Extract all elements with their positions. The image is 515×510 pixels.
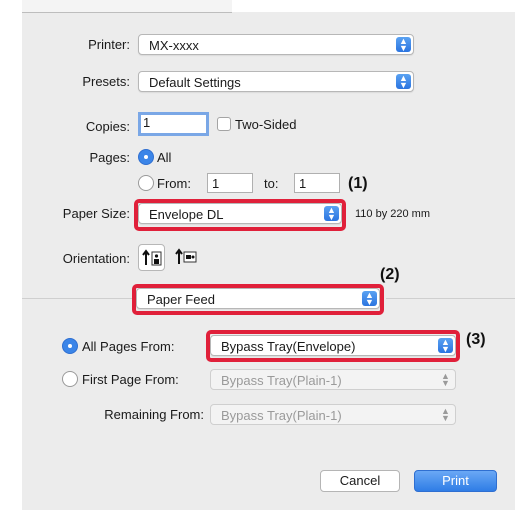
first-page-from-label: First Page From: (82, 372, 179, 387)
presets-label: Presets: (82, 74, 130, 89)
top-divider (22, 12, 232, 13)
first-page-from-radio[interactable] (62, 371, 78, 387)
chevron-updown-icon: ▲ ▼ (324, 206, 339, 222)
pages-from-field[interactable]: 1 (207, 173, 253, 193)
all-pages-from-label: All Pages From: (82, 339, 175, 354)
all-pages-from-value: Bypass Tray(Envelope) (221, 339, 356, 354)
portrait-orientation-button[interactable] (138, 244, 165, 271)
paper-size-dimensions: 110 by 220 mm (355, 208, 431, 220)
pages-all-label: All (157, 150, 172, 165)
callout-3: (3) (466, 331, 486, 348)
pages-from-label: From: (157, 176, 191, 191)
chevron-updown-icon: ▲ ▼ (441, 371, 450, 388)
copies-value: 1 (143, 115, 151, 130)
callout-2: (2) (380, 266, 400, 283)
presets-value: Default Settings (149, 75, 241, 90)
paper-size-popup[interactable]: Envelope DL ▲ ▼ (138, 203, 342, 224)
orientation-label: Orientation: (62, 251, 130, 266)
print-button[interactable]: Print (414, 470, 497, 492)
paper-size-label: Paper Size: (62, 206, 130, 221)
copies-field[interactable]: 1 (138, 112, 209, 136)
section-menu-popup[interactable]: Paper Feed ▲ ▼ (136, 288, 380, 309)
chevron-updown-icon: ▲ ▼ (362, 291, 377, 307)
cancel-button[interactable]: Cancel (320, 470, 400, 492)
first-page-from-popup[interactable]: Bypass Tray(Plain-1) ▲ ▼ (210, 369, 456, 390)
pages-to-field[interactable]: 1 (294, 173, 340, 193)
pages-all-radio[interactable] (138, 149, 154, 165)
landscape-icon (175, 248, 197, 264)
printer-popup[interactable]: MX-xxxx ▲ ▼ (138, 34, 414, 55)
chevron-updown-icon: ▲ ▼ (441, 406, 450, 423)
section-menu-value: Paper Feed (147, 292, 215, 307)
printer-label: Printer: (88, 37, 130, 52)
pages-label: Pages: (89, 150, 130, 165)
pages-from-value: 1 (212, 176, 220, 191)
two-sided-label: Two-Sided (235, 117, 297, 132)
pages-to-value: 1 (299, 176, 307, 191)
chevron-updown-icon: ▲ ▼ (438, 338, 453, 354)
remaining-from-label: Remaining From: (104, 407, 204, 422)
two-sided-checkbox[interactable] (217, 117, 231, 131)
portrait-icon (142, 249, 162, 266)
chevron-updown-icon: ▲ ▼ (396, 37, 411, 53)
remaining-from-popup[interactable]: Bypass Tray(Plain-1) ▲ ▼ (210, 404, 456, 425)
window-top-edge (22, 0, 232, 12)
printer-value: MX-xxxx (149, 38, 199, 53)
all-pages-from-popup[interactable]: Bypass Tray(Envelope) ▲ ▼ (210, 335, 456, 356)
all-pages-from-radio[interactable] (62, 338, 78, 354)
paper-size-value: Envelope DL (149, 207, 224, 222)
chevron-updown-icon: ▲ ▼ (396, 74, 411, 90)
callout-1: (1) (348, 175, 368, 192)
copies-label: Copies: (85, 119, 130, 134)
divider-right (386, 298, 515, 299)
pages-to-label: to: (264, 176, 279, 191)
divider-left (22, 298, 135, 299)
landscape-orientation-button[interactable] (172, 244, 199, 271)
remaining-from-value: Bypass Tray(Plain-1) (221, 408, 342, 423)
presets-popup[interactable]: Default Settings ▲ ▼ (138, 71, 414, 92)
pages-from-radio[interactable] (138, 175, 154, 191)
first-page-from-value: Bypass Tray(Plain-1) (221, 373, 342, 388)
